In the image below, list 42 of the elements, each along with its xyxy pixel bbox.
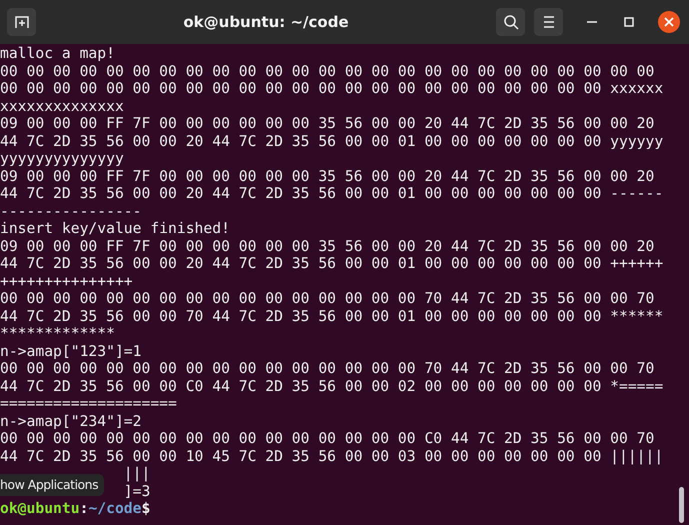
menu-button[interactable] — [534, 8, 563, 36]
maximize-icon — [624, 17, 634, 27]
prompt-user: ok@ubuntu — [0, 500, 80, 518]
search-icon — [502, 14, 518, 30]
terminal-line: 09 00 00 00 FF 7F 00 00 00 00 00 00 35 56 00 00 20 44 7C 2D 35 56 00 00 20 — [0, 115, 654, 132]
close-button[interactable] — [658, 11, 680, 33]
terminal-line: n->amap["234"]=2 — [0, 412, 142, 430]
terminal-line: 00 00 00 00 00 00 00 00 00 00 00 00 00 00 00 00 00 00 00 00 00 00 00 00 00 — [0, 62, 654, 80]
terminal-line: 44 7C 2D 35 56 00 00 10 45 7C 2D 35 56 00 00 03 00 00 00 00 00 00 00 |||||| — [0, 448, 664, 465]
search-button[interactable] — [496, 8, 525, 36]
terminal-line: yyyyyyyyyyyyyy — [0, 150, 124, 168]
terminal-line: ---------------- — [0, 202, 142, 220]
new-tab-icon — [14, 14, 30, 30]
terminal-line: 00 00 00 00 00 00 00 00 00 00 00 00 00 00 00 00 70 44 7C 2D 35 56 00 00 70 — [0, 360, 654, 378]
terminal-line: 44 7C 2D 35 56 00 00 70 44 7C 2D 35 56 00 00 01 00 00 00 00 00 00 00 ****** — [0, 308, 664, 325]
terminal-line: 09 00 00 00 FF 7F 00 00 00 00 00 00 35 56 00 00 20 44 7C 2D 35 56 00 00 20 — [0, 238, 654, 255]
terminal-line: 44 7C 2D 35 56 00 00 20 44 7C 2D 35 56 00 00 01 00 00 00 00 00 00 00 yyyyyy — [0, 132, 664, 150]
terminal-line: 44 7C 2D 35 56 00 00 C0 44 7C 2D 35 56 00 00 02 00 00 00 00 00 00 00 *===== — [0, 378, 664, 395]
prompt-separator: : — [80, 500, 88, 518]
terminal-line: ==================== — [0, 395, 177, 412]
prompt-path: ~/code — [88, 500, 142, 518]
terminal-line: ************* — [0, 325, 115, 342]
window-title: ok@ubuntu: ~/code — [182, 13, 350, 31]
terminal-line: 00 00 00 00 00 00 00 00 00 00 00 00 00 00 00 00 70 44 7C 2D 35 56 00 00 70 — [0, 290, 654, 308]
terminal-line: n->amap["123"]=1 — [0, 342, 142, 360]
terminal-line: 00 00 00 00 00 00 00 00 00 00 00 00 00 00 00 00 C0 44 7C 2D 35 56 00 00 70 — [0, 430, 654, 448]
minimize-icon — [587, 21, 597, 23]
scrollbar-thumb[interactable] — [679, 487, 684, 523]
prompt-symbol: $ — [142, 500, 150, 518]
terminal-line: +++++++++++++++ — [0, 272, 133, 290]
terminal-line: 44 7C 2D 35 56 00 00 20 44 7C 2D 35 56 00 00 01 00 00 00 00 00 00 00 ++++++ — [0, 255, 664, 272]
terminal-line: xxxxxxxxxxxxxx — [0, 98, 124, 115]
tooltip: how Applications — [0, 474, 104, 496]
terminal-line: malloc a map! — [0, 45, 115, 62]
terminal-line: 09 00 00 00 FF 7F 00 00 00 00 00 00 35 56 00 00 20 44 7C 2D 35 56 00 00 20 — [0, 168, 654, 185]
terminal-line: 44 7C 2D 35 56 00 00 20 44 7C 2D 35 56 00 00 01 00 00 00 00 00 00 00 ------ — [0, 185, 664, 202]
terminal-line: 00 00 00 00 00 00 00 00 00 00 00 00 00 00 00 00 00 00 00 00 00 00 00 xxxxxx — [0, 80, 664, 98]
new-tab-button[interactable] — [7, 8, 36, 36]
terminal-line: ||| — [124, 465, 150, 482]
terminal-line: ]=3 — [124, 482, 150, 500]
close-icon — [664, 17, 674, 27]
terminal-line: insert key/value finished! — [0, 220, 230, 238]
